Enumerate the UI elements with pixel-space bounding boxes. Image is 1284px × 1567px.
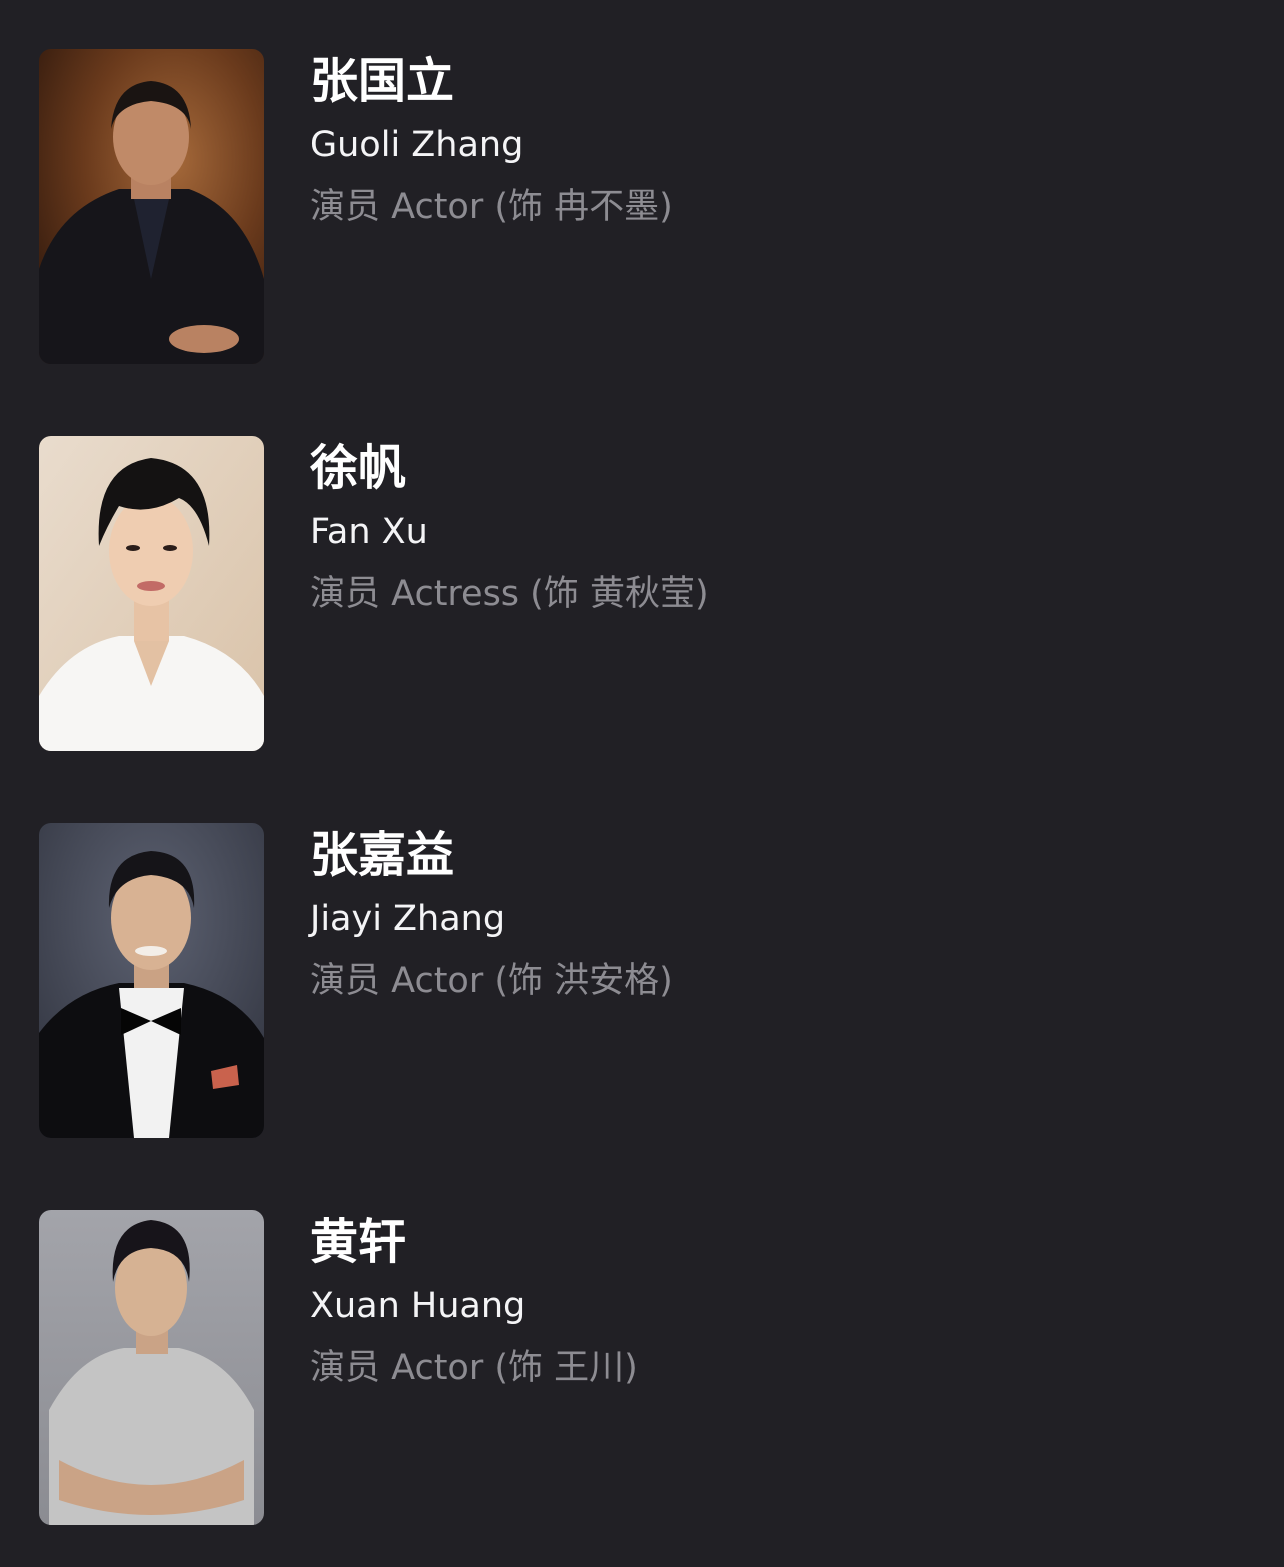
cast-name-chinese: 黄轩: [310, 1214, 407, 1270]
cast-photo[interactable]: [39, 49, 264, 364]
portrait-image: [39, 823, 264, 1138]
cast-item[interactable]: 徐帆 Fan Xu 演员 Actress (饰 黄秋莹): [0, 436, 1284, 752]
cast-photo[interactable]: [39, 436, 264, 751]
cast-name-chinese: 徐帆: [310, 440, 407, 496]
cast-role: 演员 Actor (饰 洪安格): [310, 961, 673, 1001]
cast-item[interactable]: 黄轩 Xuan Huang 演员 Actor (饰 王川): [0, 1210, 1284, 1526]
cast-role: 演员 Actor (饰 王川): [310, 1348, 638, 1388]
portrait-image: [39, 49, 264, 364]
cast-item[interactable]: 张嘉益 Jiayi Zhang 演员 Actor (饰 洪安格): [0, 823, 1284, 1139]
cast-name-chinese: 张国立: [310, 53, 455, 109]
cast-item[interactable]: 张国立 Guoli Zhang 演员 Actor (饰 冉不墨): [0, 49, 1284, 365]
cast-photo[interactable]: [39, 1210, 264, 1525]
portrait-image: [39, 436, 264, 751]
cast-name-english: Xuan Huang: [310, 1286, 526, 1326]
cast-name-chinese: 张嘉益: [310, 827, 455, 883]
cast-list: 张国立 Guoli Zhang 演员 Actor (饰 冉不墨) 徐帆 Fan …: [0, 0, 1284, 1567]
cast-photo[interactable]: [39, 823, 264, 1138]
cast-name-english: Guoli Zhang: [310, 125, 524, 165]
cast-role: 演员 Actress (饰 黄秋莹): [310, 574, 709, 614]
cast-name-english: Jiayi Zhang: [310, 899, 506, 939]
portrait-image: [39, 1210, 264, 1525]
cast-role: 演员 Actor (饰 冉不墨): [310, 187, 673, 227]
cast-name-english: Fan Xu: [310, 512, 428, 552]
